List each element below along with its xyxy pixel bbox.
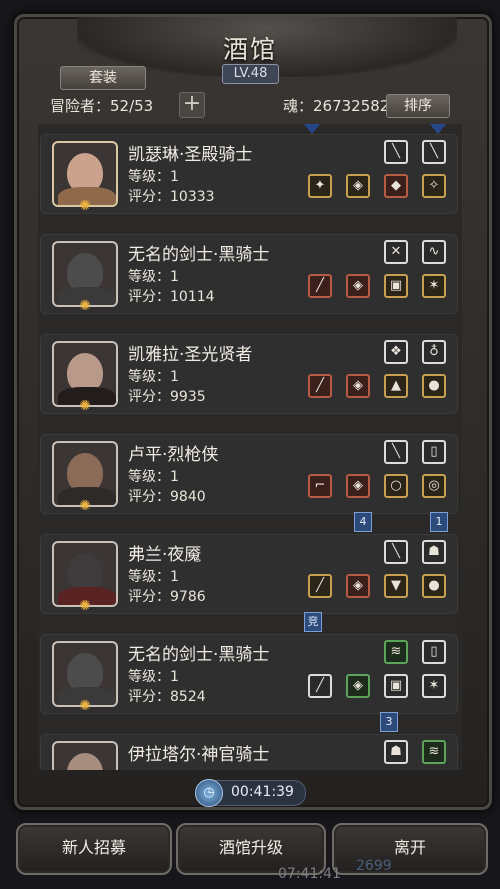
rank-medal-icon: ✺ (79, 198, 91, 214)
staff-slot-icon[interactable]: ✦ (308, 174, 332, 198)
suit-button[interactable]: 套装 (60, 66, 146, 90)
hero-name: 弗兰·夜魇 (128, 545, 202, 565)
soul-count: 魂：26732582 (283, 97, 390, 115)
robe-slot-icon[interactable]: ▲ (384, 374, 408, 398)
sword-slot-icon[interactable]: ╱ (308, 274, 332, 298)
rank-medal-icon: ✺ (79, 498, 91, 514)
cloak-slot-icon[interactable]: ▼ (384, 574, 408, 598)
add-slot-button[interactable]: + (179, 92, 205, 118)
hero-card[interactable]: ✺ 卢平·烈枪侠 等级：1 评分：9840 ╲ ▯ ⌐ ◈ ○ ◎ (40, 434, 458, 514)
hero-card[interactable]: ✺ 凯瑟琳·圣殿骑士 等级：1 评分：10333 ╲ ╲ ✦ ◈ ◆ ✧ (40, 134, 458, 214)
potion-slot-icon[interactable]: ● (422, 374, 446, 398)
hero-level: 等级：1 (128, 369, 179, 385)
hero-card[interactable]: ✺ 无名的剑士·黑骑士 等级：1 评分：10114 ✕ ∿ ╱ ◈ ▣ ✶ (40, 234, 458, 314)
hero-name: 卢平·烈枪侠 (128, 445, 219, 465)
armor-slot-icon[interactable]: ◈ (346, 474, 370, 498)
armor-slot-icon[interactable]: ◈ (346, 174, 370, 198)
rank-medal-icon: ✺ (79, 698, 91, 714)
count-tag: 4 (354, 512, 372, 532)
armor-slot-icon[interactable]: ◈ (346, 374, 370, 398)
ring-slot-icon[interactable]: ○ (384, 474, 408, 498)
refresh-timer: ◷ 00:41:39 (195, 779, 306, 807)
coin-count: 2699 (356, 858, 392, 874)
helmet-slot-icon[interactable]: ▣ (384, 674, 408, 698)
hero-score: 评分：8524 (128, 689, 206, 705)
hero-name: 凯瑟琳·圣殿骑士 (128, 145, 253, 165)
hero-level: 等级：1 (128, 269, 179, 285)
hero-card[interactable]: 伊拉塔尔·神官骑士 ☗ ≋ (40, 734, 458, 770)
spear-slot-icon[interactable]: ╲ (384, 440, 408, 464)
hero-card[interactable]: ✺ 弗兰·夜魇 等级：1 评分：9786 ╲ ☗ ╱ ◈ ▼ ● (40, 534, 458, 614)
mask-slot-icon[interactable]: ☗ (422, 540, 446, 564)
gem-slot-icon[interactable]: ◆ (384, 174, 408, 198)
weapon-slot-icon[interactable]: ╲ (384, 140, 408, 164)
dagger-slot-icon[interactable]: ╲ (384, 540, 408, 564)
charm-slot-icon[interactable]: ✶ (422, 274, 446, 298)
sword-slot-icon[interactable]: ╱ (308, 574, 332, 598)
scroll-slot-icon[interactable]: ≋ (422, 740, 446, 764)
wand-slot-icon[interactable]: ╱ (308, 374, 332, 398)
hero-name: 无名的剑士·黑骑士 (128, 245, 270, 265)
wing-slot-icon[interactable]: ❖ (384, 340, 408, 364)
sort-button[interactable]: 排序 (386, 94, 450, 118)
hero-level: 等级：1 (128, 669, 179, 685)
armor-slot-icon[interactable]: ◈ (346, 674, 370, 698)
hero-name: 无名的剑士·黑骑士 (128, 645, 270, 665)
book-slot-icon[interactable]: ▯ (422, 440, 446, 464)
portrait-face (67, 753, 103, 770)
timer-value: 00:41:39 (231, 784, 294, 800)
hero-score: 评分：9935 (128, 389, 206, 405)
weapon-slot-icon[interactable]: ╲ (422, 140, 446, 164)
sword-slot-icon[interactable]: ╱ (308, 674, 332, 698)
scroll-marker (304, 124, 320, 134)
hero-score: 评分：9840 (128, 489, 206, 505)
tavern-level-badge: LV.48 (222, 64, 279, 84)
gun-slot-icon[interactable]: ⌐ (308, 474, 332, 498)
hero-score: 评分：10333 (128, 189, 215, 205)
whip-slot-icon[interactable]: ∿ (422, 240, 446, 264)
hero-score: 评分：10114 (128, 289, 215, 305)
charm-slot-icon[interactable]: ✶ (422, 674, 446, 698)
armor-slot-icon[interactable]: ◈ (346, 274, 370, 298)
status-clock: 07:41:41 (278, 866, 341, 882)
scroll-slot-icon[interactable]: ≋ (384, 640, 408, 664)
hero-level: 等级：1 (128, 169, 179, 185)
accessory-slot-icon[interactable]: ✧ (422, 174, 446, 198)
rank-medal-icon: ✺ (79, 298, 91, 314)
page-title: 酒馆 (222, 35, 277, 64)
hero-portrait (52, 741, 118, 770)
hero-score: 评分：9786 (128, 589, 206, 605)
orb-slot-icon[interactable]: ● (422, 574, 446, 598)
skill-slot-icon[interactable]: ✕ (384, 240, 408, 264)
armor-slot-icon[interactable]: ◈ (346, 574, 370, 598)
recruit-button[interactable]: 新人招募 (16, 823, 172, 875)
rank-medal-icon: ✺ (79, 598, 91, 614)
book-slot-icon[interactable]: ▯ (422, 640, 446, 664)
hero-name: 凯雅拉·圣光贤者 (128, 345, 253, 365)
hero-card[interactable]: ✺ 凯雅拉·圣光贤者 等级：1 评分：9935 ❖ ♁ ╱ ◈ ▲ ● (40, 334, 458, 414)
scroll-marker (430, 124, 446, 134)
necklace-slot-icon[interactable]: ♁ (422, 340, 446, 364)
clock-icon: ◷ (195, 779, 223, 807)
helmet-slot-icon[interactable]: ▣ (384, 274, 408, 298)
hero-list[interactable]: ✺ 凯瑟琳·圣殿骑士 等级：1 评分：10333 ╲ ╲ ✦ ◈ ◆ ✧ ✺ 无… (38, 124, 462, 770)
arena-tag: 竞 (304, 612, 322, 632)
hero-card[interactable]: ✺ 无名的剑士·黑骑士 等级：1 评分：8524 ≋ ▯ ╱ ◈ ▣ ✶ (40, 634, 458, 714)
count-tag: 3 (380, 712, 398, 732)
hero-level: 等级：1 (128, 569, 179, 585)
hero-level: 等级：1 (128, 469, 179, 485)
mask-slot-icon[interactable]: ☗ (384, 740, 408, 764)
adventurer-count: 冒险者：52/53 (50, 97, 154, 115)
ring-slot-icon[interactable]: ◎ (422, 474, 446, 498)
rank-medal-icon: ✺ (79, 398, 91, 414)
count-tag: 1 (430, 512, 448, 532)
hero-name: 伊拉塔尔·神官骑士 (128, 745, 270, 765)
